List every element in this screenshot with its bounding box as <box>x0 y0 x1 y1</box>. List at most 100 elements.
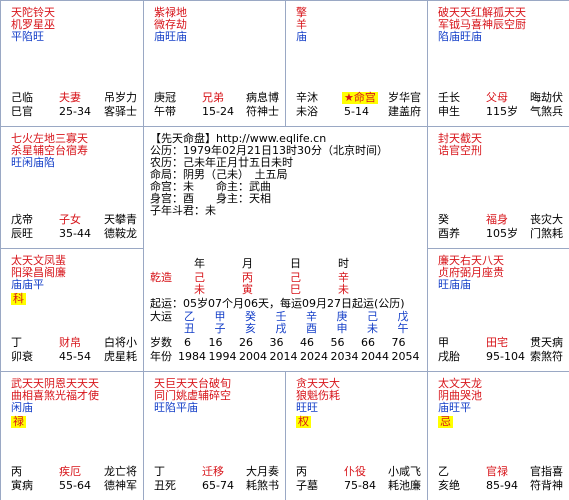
palace-stars: 贪天天大 狼魁伤耗 旺旺权 <box>296 378 340 428</box>
palace-mao: 太天文凤蜚 阳梁昌阁廉 庙庙平科丁 财帛 白将小 卯衰 45-54 虎星耗 <box>1 249 143 371</box>
dayun-zhi-cell: 亥 <box>245 322 256 335</box>
palace-name: 疾厄 <box>59 465 81 478</box>
star-line: 旺闲庙陷 <box>11 156 55 169</box>
palace-footer: 丙 仆役 小咸飞 子墓 75-84 耗池廉 <box>296 466 421 494</box>
palace-name: 兄弟 <box>202 91 224 104</box>
nianfen-cell: 2014 <box>269 350 298 363</box>
suishu-cell: 76 <box>391 336 406 349</box>
ganzhi-cell: 甲 <box>438 336 449 349</box>
palace-name: 福身 <box>486 213 508 226</box>
star-line: 旺陷平庙 <box>154 401 198 414</box>
star-line: 庙旺庙 <box>154 30 187 43</box>
palace-stars: 紫禄地 微存劫 庙旺庙 <box>154 7 187 43</box>
palace-age-range: 15-24 <box>202 105 234 118</box>
palace-footer: 乙 官禄 官指喜 亥绝 85-94 符背神 <box>438 466 563 494</box>
palace-footer: 辛沐 ★命宫 岁华官 未浴 5-14 建盖府 <box>296 92 421 120</box>
ganzhi-cell: 丁 <box>11 336 22 349</box>
qianzao-label: 乾造 <box>150 271 172 284</box>
dizhi-hour: 未 <box>338 283 349 296</box>
nianfen-cell: 2034 <box>330 350 359 363</box>
dizhi-year: 未 <box>194 283 205 296</box>
shensha-cell: 病息博 <box>246 91 279 104</box>
star-line: 旺庙庙 <box>438 278 471 291</box>
palace-stars: 天巨天天台破旬 同门姚虚辅碎空 旺陷平庙 <box>154 378 231 414</box>
palace-stars: 七火左地三寡天 杀星辅空台宿寿 旺闲庙陷 <box>11 133 88 169</box>
palace-footer: 戊帝 子女 天攀青 辰旺 35-44 德鞍龙 <box>11 214 137 242</box>
star-line: 闲庙 <box>11 401 33 414</box>
palace-hai: 太文天龙 阴曲哭池 庙旺平忌乙 官禄 官指喜 亥绝 85-94 符背神 <box>428 372 569 500</box>
shensha-cell: 贯天病 <box>530 336 563 349</box>
palace-age-range: 105岁 <box>486 227 518 240</box>
palace-age-range: 45-54 <box>59 350 91 363</box>
palace-stars: 封天截天 诰官空刑 <box>438 133 482 157</box>
ganzhi-cell: 庚冠 <box>154 91 176 104</box>
ganzhi-cell: 巳官 <box>11 105 33 118</box>
shensha-cell: 客驿士 <box>104 105 137 118</box>
shensha-cell: 德鞍龙 <box>104 227 137 240</box>
shensha-cell: 丧灾大 <box>530 213 563 226</box>
palace-name: 夫妻 <box>59 91 81 104</box>
palace-stars: 太天文凤蜚 阳梁昌阁廉 庙庙平科 <box>11 255 66 305</box>
ganzhi-cell: 丁 <box>154 465 165 478</box>
palace-chen: 七火左地三寡天 杀星辅空台宿寿 旺闲庙陷戊帝 子女 天攀青 辰旺 35-44 德鞍龙 <box>1 127 143 248</box>
sihua-badge: 权 <box>296 415 311 428</box>
ganzhi-cell: 己临 <box>11 91 33 104</box>
dayun-zhi-cell: 申 <box>336 322 348 335</box>
dayun-zhi-cell: 子 <box>214 322 226 335</box>
palace-name: 子女 <box>59 213 81 226</box>
ganzhi-cell: 未浴 <box>296 105 318 118</box>
palace-stars: 破天天红解孤天天 军钺马喜神辰空厨 陷庙旺庙 <box>438 7 526 43</box>
suishu-cell: 16 <box>208 336 223 349</box>
suishu-cell: 66 <box>361 336 375 349</box>
palace-stars: 擎羊庙 <box>296 7 307 43</box>
ganzhi-cell: 丑死 <box>154 479 176 492</box>
star-line: 旺旺 <box>296 401 318 414</box>
palace-age-range: 25-34 <box>59 105 91 118</box>
sihua-badge: 科 <box>11 292 26 305</box>
dayun-zhi-cell: 午 <box>397 322 409 335</box>
dayun-label: 大运 <box>150 310 172 323</box>
pillar-head-hour: 时 <box>338 257 349 270</box>
palace-yin: 武天天阴恩天天天 曲相喜煞光福才使 闲庙禄丙 疾厄 龙亡将 寅病 55-64 德神军 <box>1 372 143 500</box>
palace-you: 封天截天 诰官空刑癸 福身 丧灾大 酉养 105岁 门煞耗 <box>428 127 569 248</box>
shensha-cell: 官指喜 <box>530 465 563 478</box>
suishu-label: 岁数 <box>150 336 172 349</box>
palace-stars: 廉天右天八天 贞府弼月座贵 旺庙庙 <box>438 255 504 291</box>
star-line: 陷庙旺庙 <box>438 30 482 43</box>
palace-name: 田宅 <box>486 336 508 349</box>
nianfen-cell: 2044 <box>361 350 389 363</box>
shensha-cell: 符背神 <box>530 479 563 492</box>
palace-age-range: 75-84 <box>344 479 376 492</box>
info-line-doujun: 子年斗君：未 <box>150 204 216 217</box>
palace-footer: 庚冠 兄弟 病息博 午带 15-24 符神士 <box>154 92 279 120</box>
dayun-table: 大运乙甲癸壬辛庚己戊丑子亥戌酉申未午岁数 6 16 26 36 46 56 66 76 年份 198… <box>150 311 425 371</box>
palace-wu: 紫禄地 微存劫 庙旺庙 庚冠 兄弟 病息博 午带 15-24 符神士 <box>144 1 285 126</box>
sihua-badge: 禄 <box>11 415 26 428</box>
nianfen-cell: 1994 <box>208 350 237 363</box>
shensha-cell: 小咸飞 <box>388 465 421 478</box>
palace-age-range: 65-74 <box>202 479 234 492</box>
ganzhi-cell: 卯衰 <box>11 350 33 363</box>
dayun-zhi-cell: 戌 <box>275 322 287 335</box>
palace-footer: 丁 财帛 白将小 卯衰 45-54 虎星耗 <box>11 337 137 365</box>
palace-name: 财帛 <box>59 336 81 349</box>
shensha-cell: 龙亡将 <box>104 465 137 478</box>
shensha-cell: 德神军 <box>104 479 137 492</box>
palace-name: ★命宫 <box>342 91 378 104</box>
ganzhi-cell: 壬长 <box>438 91 460 104</box>
palace-si: 天陀铃天 机罗星巫 平陷旺 己临 夫妻 吊岁力 巳官 25-34 客驿士 <box>1 1 143 126</box>
shensha-cell: 大月奏 <box>246 465 279 478</box>
suishu-cell: 6 <box>184 336 191 349</box>
palace-name: 父母 <box>486 91 508 104</box>
palace-stars: 天陀铃天 机罗星巫 平陷旺 <box>11 7 55 43</box>
qiyun-info: 起运：05岁07个月06天，每运09月27日起运(公历) <box>150 297 405 310</box>
palace-wei: 擎羊庙辛沐 ★命宫 岁华官 未浴 5-14 建盖府 <box>286 1 427 126</box>
palace-stars: 太文天龙 阴曲哭池 庙旺平忌 <box>438 378 482 428</box>
pillar-head-day: 日 <box>290 257 301 270</box>
star-line: 庙 <box>296 30 307 43</box>
ganzhi-cell: 辰旺 <box>11 227 33 240</box>
palace-chou: 天巨天天台破旬 同门姚虚辅碎空 旺陷平庙丁 迁移 大月奏 丑死 65-74 耗煞书 <box>144 372 285 500</box>
palace-age-range: 55-64 <box>59 479 91 492</box>
shensha-cell: 晦劫伏 <box>530 91 563 104</box>
shensha-cell: 耗池廉 <box>388 479 421 492</box>
